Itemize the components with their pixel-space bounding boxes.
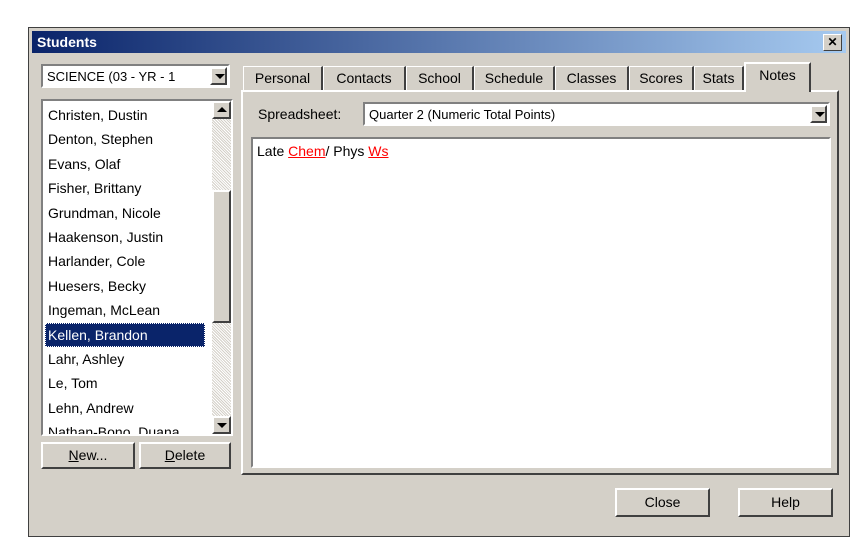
tab-classes[interactable]: Classes (555, 66, 629, 90)
student-list-item[interactable]: Haakenson, Justin (45, 225, 205, 249)
new-button-accelerator: N (68, 447, 79, 463)
student-list-item[interactable]: Harlander, Cole (45, 249, 205, 273)
students-window: Students ✕ SCIENCE (03 - YR - 1 Christen… (28, 27, 850, 537)
student-list-item[interactable]: Nathan-Bono, Duana (45, 420, 205, 434)
new-button-label: ew... (78, 447, 108, 463)
misspelled-word: Ws (368, 143, 389, 159)
close-button[interactable]: Close (615, 488, 710, 517)
student-list-item[interactable]: Grundman, Nicole (45, 201, 205, 225)
notes-text-segment: / Phys (325, 143, 369, 159)
spreadsheet-dropdown-button[interactable] (810, 105, 827, 123)
student-list-item[interactable]: Lahr, Ashley (45, 347, 205, 371)
chevron-down-icon (815, 112, 825, 117)
student-list-items: Christen, Dustin Denton, Stephen Evans, Ol… (45, 103, 205, 434)
scroll-down-button[interactable] (212, 416, 231, 434)
student-list-item[interactable]: Evans, Olaf (45, 152, 205, 176)
chevron-down-icon (215, 74, 225, 79)
arrow-up-icon (217, 107, 227, 112)
spreadsheet-select-value: Quarter 2 (Numeric Total Points) (369, 107, 556, 122)
student-list-item[interactable]: Kellen, Brandon (45, 322, 205, 347)
student-list-scrollbar[interactable] (212, 101, 231, 434)
student-list-item[interactable]: Lehn, Andrew (45, 396, 205, 420)
student-list[interactable]: Christen, Dustin Denton, Stephen Evans, Ol… (41, 99, 233, 436)
spreadsheet-select[interactable]: Quarter 2 (Numeric Total Points) (363, 102, 830, 126)
delete-button-accelerator: D (164, 447, 175, 463)
scroll-up-button[interactable] (212, 101, 231, 119)
student-list-item[interactable]: Fisher, Brittany (45, 176, 205, 200)
class-select[interactable]: SCIENCE (03 - YR - 1 (41, 64, 230, 88)
student-list-item[interactable]: Ingeman, McLean (45, 298, 205, 322)
new-button[interactable]: New... (41, 442, 135, 469)
tab-schedule[interactable]: Schedule (474, 66, 555, 90)
tab-stats[interactable]: Stats (694, 66, 744, 90)
class-select-dropdown-button[interactable] (210, 67, 227, 85)
delete-button-label: elete (174, 447, 206, 463)
help-button[interactable]: Help (738, 488, 833, 517)
notes-content: Late Chem/ Phys Ws (257, 143, 389, 159)
window-title: Students (37, 34, 97, 50)
class-select-value: SCIENCE (03 - YR - 1 (47, 69, 176, 84)
close-window-icon[interactable]: ✕ (823, 34, 842, 51)
title-bar[interactable]: Students ✕ (32, 31, 846, 53)
spreadsheet-label: Spreadsheet: (258, 106, 342, 122)
student-list-item[interactable]: Christen, Dustin (45, 103, 205, 127)
arrow-down-icon (217, 423, 227, 428)
student-list-item[interactable]: Le, Tom (45, 371, 205, 395)
tab-scores[interactable]: Scores (629, 66, 694, 90)
notes-textarea[interactable]: Late Chem/ Phys Ws (251, 137, 831, 468)
notes-text-segment: Late (257, 143, 289, 159)
tab-notes[interactable]: Notes (744, 62, 811, 92)
misspelled-word: Chem (288, 143, 326, 159)
notes-panel: Spreadsheet: Quarter 2 (Numeric Total Po… (241, 90, 839, 475)
delete-button[interactable]: Delete (139, 442, 231, 469)
tab-personal[interactable]: Personal (243, 66, 323, 90)
tab-contacts[interactable]: Contacts (323, 66, 406, 90)
scroll-thumb[interactable] (212, 190, 231, 323)
student-list-item[interactable]: Huesers, Becky (45, 274, 205, 298)
student-list-item[interactable]: Denton, Stephen (45, 127, 205, 151)
tab-school[interactable]: School (406, 66, 474, 90)
